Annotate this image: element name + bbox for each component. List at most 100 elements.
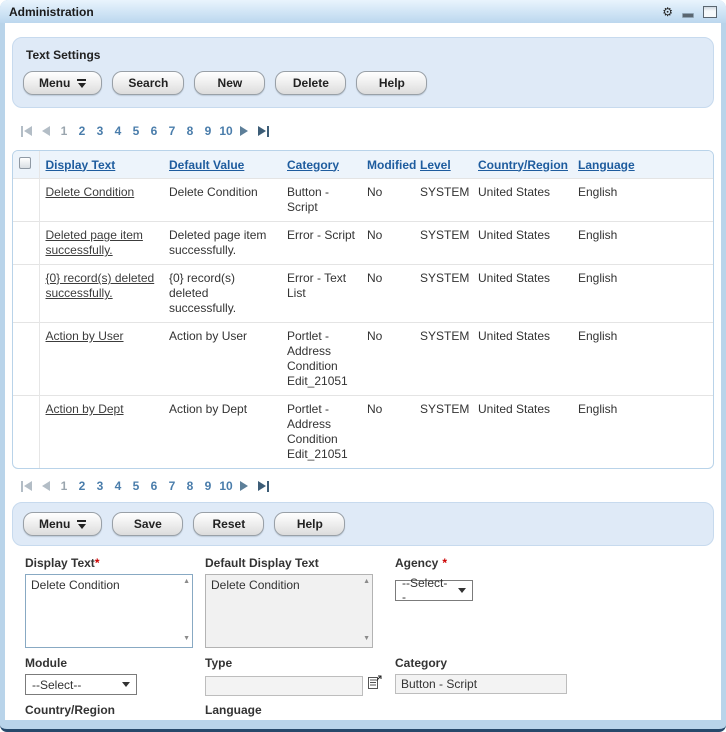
select-all-checkbox[interactable] bbox=[19, 157, 31, 169]
menu-button-label: Menu bbox=[39, 76, 70, 90]
table-row[interactable]: Action by User Action by User Portlet - … bbox=[13, 323, 713, 396]
last-page-icon[interactable] bbox=[258, 126, 269, 137]
type-field: Type bbox=[205, 656, 383, 696]
page-number-9[interactable]: 9 bbox=[199, 479, 217, 493]
default-display-text-label: Default Display Text bbox=[205, 556, 373, 570]
save-button[interactable]: Save bbox=[112, 512, 183, 536]
search-button[interactable]: Search bbox=[112, 71, 184, 95]
delete-button[interactable]: Delete bbox=[275, 71, 346, 95]
form-toolbar-panel: Menu Save Reset Help bbox=[12, 502, 714, 546]
default-value-cell: Deleted page item successfully. bbox=[163, 222, 281, 265]
page-number-6[interactable]: 6 bbox=[145, 479, 163, 493]
language-cell: English bbox=[572, 396, 644, 469]
page-number-1[interactable]: 1 bbox=[55, 479, 73, 493]
page-number-2[interactable]: 2 bbox=[73, 479, 91, 493]
page-number-6[interactable]: 6 bbox=[145, 124, 163, 138]
maximize-icon[interactable] bbox=[703, 6, 717, 18]
module-select[interactable]: --Select-- bbox=[25, 674, 137, 695]
previous-page-icon[interactable] bbox=[42, 481, 50, 491]
page-number-3[interactable]: 3 bbox=[91, 124, 109, 138]
pagination-bottom: 1 2 3 4 5 6 7 8 9 10 bbox=[16, 476, 714, 496]
category-cell: Portlet - Address Condition Edit_21051 bbox=[281, 323, 361, 396]
new-button[interactable]: New bbox=[194, 71, 265, 95]
reset-button[interactable]: Reset bbox=[193, 512, 264, 536]
level-cell: SYSTEM bbox=[414, 179, 472, 222]
page-number-3[interactable]: 3 bbox=[91, 479, 109, 493]
category-input[interactable] bbox=[395, 674, 567, 694]
language-field: Language bbox=[205, 703, 373, 720]
column-header-display-text[interactable]: Display Text bbox=[46, 158, 116, 172]
column-header-default-value[interactable]: Default Value bbox=[169, 158, 244, 172]
agency-select[interactable]: --Select-- bbox=[395, 580, 473, 601]
display-text-link[interactable]: Action by Dept bbox=[46, 402, 124, 416]
column-header-category[interactable]: Category bbox=[287, 158, 339, 172]
scroll-down-icon[interactable]: ▼ bbox=[183, 635, 190, 642]
language-cell: English bbox=[572, 323, 644, 396]
country-cell: United States bbox=[472, 396, 572, 469]
display-text-link[interactable]: Delete Condition bbox=[46, 185, 135, 199]
country-label: Country/Region bbox=[25, 703, 193, 717]
page-number-9[interactable]: 9 bbox=[199, 124, 217, 138]
default-display-text-input[interactable]: Delete Condition bbox=[205, 574, 373, 648]
display-text-label: Display Text* bbox=[25, 556, 193, 570]
display-text-link[interactable]: Action by User bbox=[46, 329, 124, 343]
administration-window: Administration ⚙ Text Settings Menu Sear… bbox=[0, 0, 726, 732]
help-button[interactable]: Help bbox=[274, 512, 345, 536]
help-button[interactable]: Help bbox=[356, 71, 427, 95]
scroll-up-icon[interactable]: ▲ bbox=[363, 578, 370, 585]
gear-icon[interactable]: ⚙ bbox=[662, 6, 673, 18]
chevron-down-icon bbox=[122, 682, 130, 687]
last-page-icon[interactable] bbox=[258, 481, 269, 492]
menu-button[interactable]: Menu bbox=[23, 71, 102, 95]
type-input[interactable] bbox=[205, 676, 363, 696]
display-text-field: Display Text* Delete Condition ▲ ▼ bbox=[25, 556, 193, 648]
lookup-icon[interactable] bbox=[367, 674, 383, 695]
country-cell: United States bbox=[472, 265, 572, 323]
display-text-link[interactable]: {0} record(s) deleted successfully. bbox=[46, 271, 155, 300]
table-row[interactable]: Delete Condition Delete Condition Button… bbox=[13, 179, 713, 222]
next-page-icon[interactable] bbox=[240, 481, 248, 491]
table-row[interactable]: Action by Dept Action by Dept Portlet - … bbox=[13, 396, 713, 469]
page-number-10[interactable]: 10 bbox=[217, 479, 235, 493]
bottom-button-row: Menu Save Reset Help bbox=[23, 512, 703, 536]
panel-title: Text Settings bbox=[23, 46, 703, 71]
modified-cell: No bbox=[361, 265, 414, 323]
level-cell: SYSTEM bbox=[414, 323, 472, 396]
page-number-8[interactable]: 8 bbox=[181, 124, 199, 138]
column-header-language[interactable]: Language bbox=[578, 158, 635, 172]
chevron-down-icon bbox=[458, 588, 466, 593]
page-number-4[interactable]: 4 bbox=[109, 124, 127, 138]
default-value-cell: Delete Condition bbox=[163, 179, 281, 222]
table-row[interactable]: {0} record(s) deleted successfully. {0} … bbox=[13, 265, 713, 323]
page-number-7[interactable]: 7 bbox=[163, 479, 181, 493]
display-text-link[interactable]: Deleted page item successfully. bbox=[46, 228, 143, 257]
menu-button[interactable]: Menu bbox=[23, 512, 102, 536]
category-label: Category bbox=[395, 656, 567, 670]
page-number-1[interactable]: 1 bbox=[55, 124, 73, 138]
page-number-10[interactable]: 10 bbox=[217, 124, 235, 138]
results-table: Display Text Default Value Category Modi… bbox=[13, 151, 713, 468]
page-number-5[interactable]: 5 bbox=[127, 124, 145, 138]
previous-page-icon[interactable] bbox=[42, 126, 50, 136]
category-field: Category bbox=[395, 656, 567, 694]
window-titlebar: Administration ⚙ bbox=[0, 0, 726, 23]
first-page-icon[interactable] bbox=[21, 126, 32, 137]
display-text-input[interactable]: Delete Condition bbox=[25, 574, 193, 648]
column-header-level[interactable]: Level bbox=[420, 158, 451, 172]
page-number-8[interactable]: 8 bbox=[181, 479, 199, 493]
scroll-up-icon[interactable]: ▲ bbox=[183, 578, 190, 585]
page-number-7[interactable]: 7 bbox=[163, 124, 181, 138]
scroll-down-icon[interactable]: ▼ bbox=[363, 635, 370, 642]
column-header-country[interactable]: Country/Region bbox=[478, 158, 568, 172]
first-page-icon[interactable] bbox=[21, 481, 32, 492]
minimize-icon[interactable] bbox=[682, 13, 694, 18]
table-row[interactable]: Deleted page item successfully. Deleted … bbox=[13, 222, 713, 265]
level-cell: SYSTEM bbox=[414, 396, 472, 469]
page-number-4[interactable]: 4 bbox=[109, 479, 127, 493]
next-page-icon[interactable] bbox=[240, 126, 248, 136]
agency-select-value: --Select-- bbox=[402, 576, 450, 604]
page-number-2[interactable]: 2 bbox=[73, 124, 91, 138]
country-cell: United States bbox=[472, 179, 572, 222]
table-header-row: Display Text Default Value Category Modi… bbox=[13, 151, 713, 179]
page-number-5[interactable]: 5 bbox=[127, 479, 145, 493]
